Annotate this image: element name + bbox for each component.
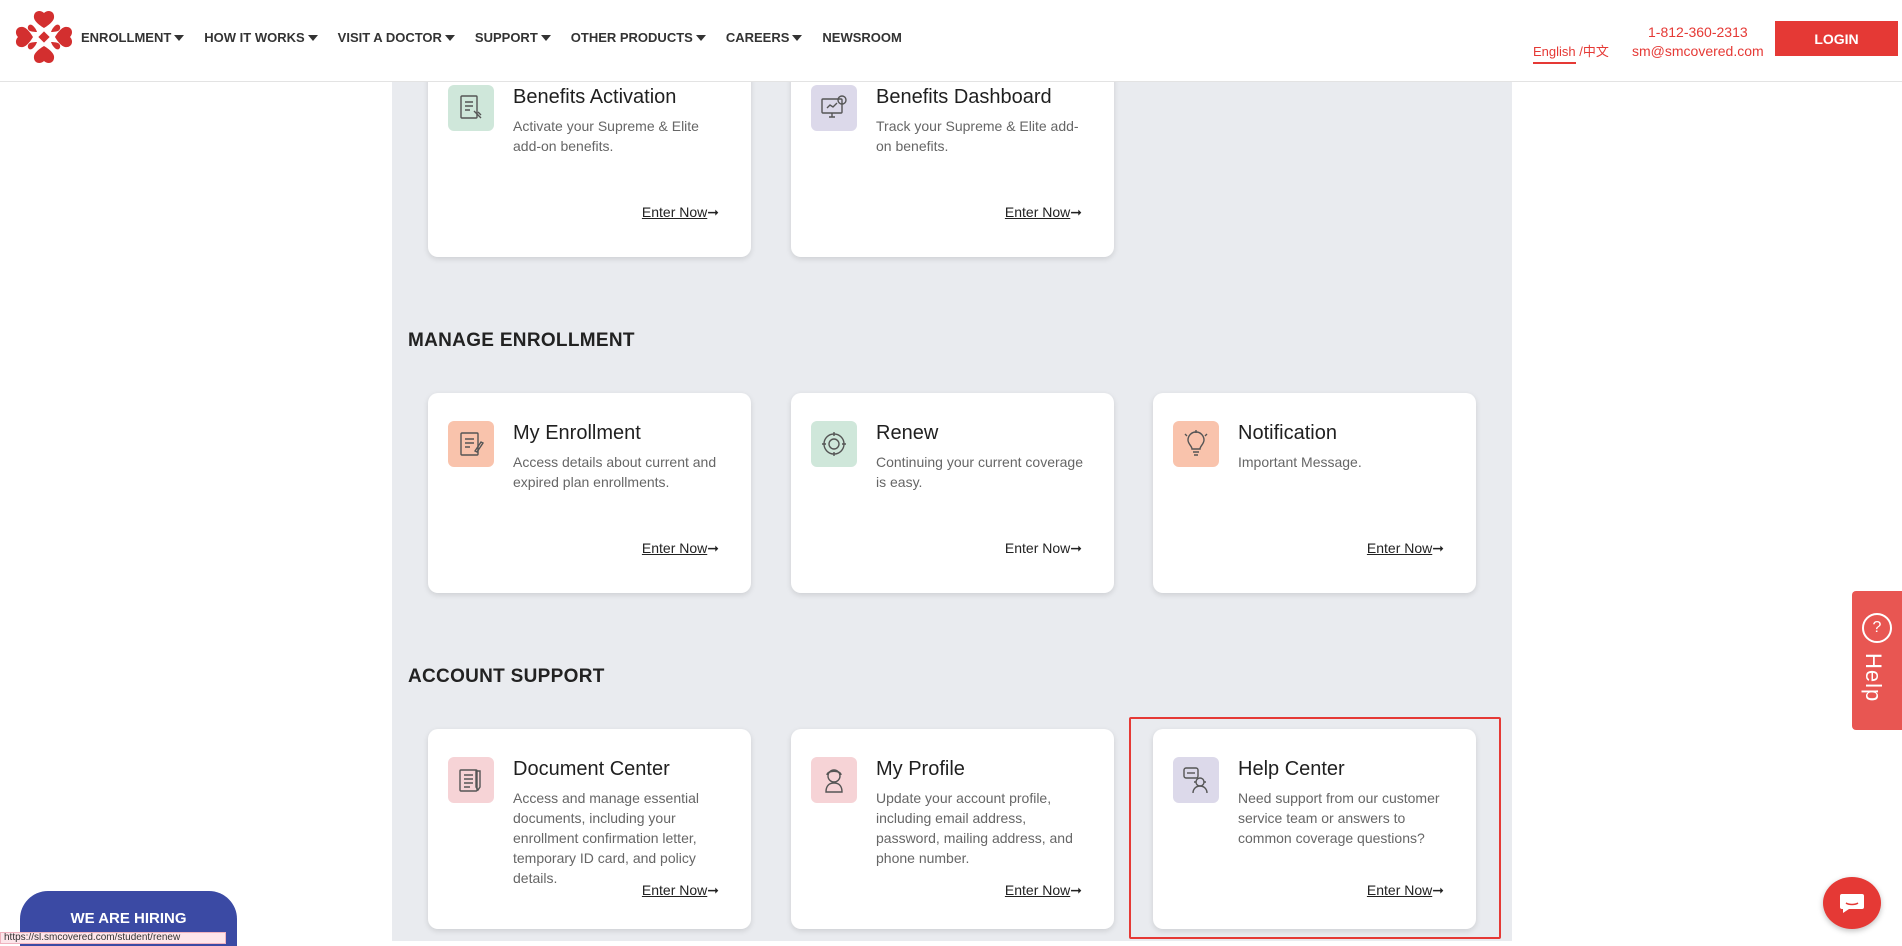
arrow-right-icon: ➞ (1070, 882, 1082, 898)
caret-down-icon (444, 34, 455, 41)
help-tab-label: Help (1861, 653, 1886, 703)
nav-newsroom[interactable]: NEWSROOM (822, 30, 901, 45)
card-title: Benefits Activation (513, 86, 677, 108)
benefits-dashboard-icon (811, 85, 857, 131)
enter-now-link[interactable]: Enter Now➞ (1005, 540, 1082, 557)
card-title: Document Center (513, 758, 670, 780)
card-title: My Enrollment (513, 422, 641, 444)
card-description: Continuing your current coverage is easy… (876, 454, 1084, 490)
benefits-activation-icon (448, 85, 494, 131)
card-renew[interactable]: Renew Continuing your current coverage i… (791, 393, 1114, 593)
lang-english[interactable]: English (1533, 44, 1576, 64)
card-description: Update your account profile, including e… (876, 790, 1073, 866)
arrow-right-icon: ➞ (1070, 540, 1082, 556)
chat-button[interactable] (1823, 877, 1881, 929)
card-my-enrollment[interactable]: My Enrollment Access details about curre… (428, 393, 751, 593)
document-center-icon (448, 757, 494, 803)
card-title: Renew (876, 422, 939, 444)
nav-how-it-works[interactable]: HOW IT WORKS (204, 30, 318, 45)
card-title: Benefits Dashboard (876, 86, 1052, 108)
card-document-center[interactable]: Document Center Access and manage essent… (428, 729, 751, 929)
card-description: Track your Supreme & Elite add-on benefi… (876, 118, 1079, 154)
enter-now-link[interactable]: Enter Now➞ (1367, 540, 1444, 557)
arrow-right-icon: ➞ (707, 540, 719, 556)
enter-now-link[interactable]: Enter Now➞ (642, 204, 719, 221)
logo-icon[interactable] (14, 9, 74, 65)
caret-down-icon (695, 34, 706, 41)
contact-info: 1-812-360-2313 sm@smcovered.com (1632, 23, 1764, 61)
enter-now-link[interactable]: Enter Now➞ (642, 540, 719, 557)
enter-now-link[interactable]: Enter Now➞ (1005, 204, 1082, 221)
nav-other-products[interactable]: OTHER PRODUCTS (571, 30, 706, 45)
language-switcher: English /中文 (1533, 41, 1609, 64)
section-title-account-support: ACCOUNT SUPPORT (408, 666, 605, 687)
lightbulb-icon (1173, 421, 1219, 467)
question-icon: ? (1862, 613, 1892, 643)
arrow-right-icon: ➞ (1432, 540, 1444, 556)
nav-support[interactable]: SUPPORT (475, 30, 551, 45)
card-notification[interactable]: Notification Important Message. Enter No… (1153, 393, 1476, 593)
caret-down-icon (792, 34, 803, 41)
enter-now-link[interactable]: Enter Now➞ (1005, 882, 1082, 899)
caret-down-icon (307, 34, 318, 41)
profile-icon (811, 757, 857, 803)
card-my-profile[interactable]: My Profile Update your account profile, … (791, 729, 1114, 929)
card-benefits-activation[interactable]: Benefits Activation Activate your Suprem… (428, 57, 751, 257)
card-description: Activate your Supreme & Elite add-on ben… (513, 118, 699, 154)
nav-visit-a-doctor[interactable]: VISIT A DOCTOR (338, 30, 455, 45)
highlight-box (1129, 717, 1501, 939)
card-title: Notification (1238, 422, 1337, 444)
nav-enrollment[interactable]: ENROLLMENT (81, 30, 185, 45)
caret-down-icon (540, 34, 551, 41)
caret-down-icon (174, 34, 185, 41)
email-address[interactable]: sm@smcovered.com (1632, 42, 1764, 61)
section-title-manage-enrollment: MANAGE ENROLLMENT (408, 330, 635, 351)
chat-bubble-icon (1840, 894, 1864, 913)
site-header: ENROLLMENT HOW IT WORKS VISIT A DOCTOR S… (0, 0, 1902, 82)
phone-number[interactable]: 1-812-360-2313 (1632, 23, 1764, 42)
arrow-right-icon: ➞ (1070, 204, 1082, 220)
help-tab[interactable]: ? Help (1852, 591, 1902, 730)
card-description: Access details about current and expired… (513, 454, 717, 490)
arrow-right-icon: ➞ (707, 204, 719, 220)
card-description: Important Message. (1238, 454, 1362, 470)
renew-icon (811, 421, 857, 467)
nav-careers[interactable]: CAREERS (726, 30, 803, 45)
arrow-right-icon: ➞ (707, 882, 719, 898)
main-nav: ENROLLMENT HOW IT WORKS VISIT A DOCTOR S… (81, 30, 922, 45)
status-bar-url: https://sl.smcovered.com/student/renew (0, 932, 226, 944)
lang-chinese[interactable]: 中文 (1583, 44, 1609, 59)
card-benefits-dashboard[interactable]: Benefits Dashboard Track your Supreme & … (791, 57, 1114, 257)
card-title: My Profile (876, 758, 965, 780)
card-description: Access and manage essential documents, i… (513, 790, 699, 886)
enrollment-document-icon (448, 421, 494, 467)
login-button[interactable]: LOGIN (1775, 21, 1898, 56)
enter-now-link[interactable]: Enter Now➞ (642, 882, 719, 899)
